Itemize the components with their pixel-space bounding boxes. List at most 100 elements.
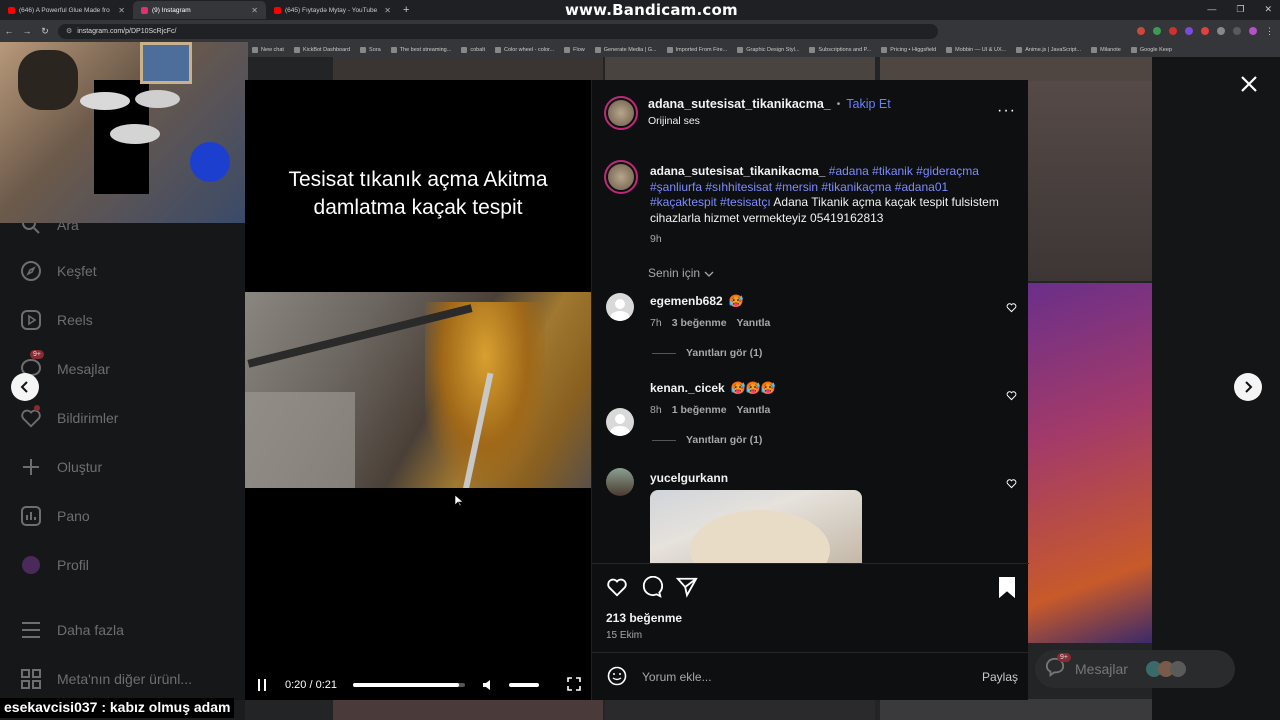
- post-comment-button[interactable]: Paylaş: [982, 670, 1018, 684]
- back-icon[interactable]: ←: [0, 26, 18, 36]
- caption-avatar[interactable]: [604, 160, 638, 194]
- messages-pill[interactable]: 9+ Mesajlar: [1035, 650, 1235, 688]
- browser-tab[interactable]: (646) A Powerful Glue Made fro ✕: [0, 1, 133, 19]
- follow-button[interactable]: Takip Et: [846, 97, 890, 111]
- like-icon[interactable]: [606, 576, 628, 603]
- close-modal-icon[interactable]: [1237, 72, 1261, 96]
- comment-username[interactable]: kenan._cicek: [650, 381, 725, 395]
- volume-slider[interactable]: [509, 683, 539, 687]
- sidebar-item-dashboard[interactable]: Pano: [20, 505, 90, 527]
- bookmark-item[interactable]: KickBot Dashboard: [293, 46, 350, 53]
- feed-thumbnail[interactable]: [880, 699, 1152, 720]
- extension-icon[interactable]: [1153, 27, 1161, 35]
- comment-like-icon[interactable]: [1006, 388, 1017, 406]
- reply-button[interactable]: Yanıtla: [737, 404, 771, 416]
- view-replies-button[interactable]: Yanıtları gör (1): [652, 347, 762, 359]
- bookmark-item[interactable]: Graphic Design Styl...: [737, 46, 799, 53]
- previous-post-button[interactable]: [11, 373, 39, 401]
- close-tab-icon[interactable]: ✕: [118, 6, 125, 15]
- pause-button[interactable]: [255, 678, 269, 692]
- new-tab-button[interactable]: +: [403, 4, 409, 16]
- comment-likes[interactable]: 1 beğenme: [672, 404, 727, 416]
- more-options-icon[interactable]: ···: [997, 102, 1016, 120]
- bookmark-item[interactable]: New chat: [252, 46, 284, 53]
- browser-tab-active[interactable]: (9) Instagram ✕: [133, 1, 266, 19]
- emoji-icon[interactable]: [607, 666, 627, 691]
- bookmark-item[interactable]: cobalt: [461, 46, 485, 53]
- extension-icon[interactable]: [1137, 27, 1145, 35]
- bookmark-item[interactable]: Google Keep: [1130, 46, 1172, 53]
- extension-icon[interactable]: [1169, 27, 1177, 35]
- commenter-avatar[interactable]: [606, 408, 634, 436]
- author-username[interactable]: adana_sutesisat_tikanikacma_: [648, 97, 831, 111]
- extension-icon[interactable]: [1233, 27, 1241, 35]
- comment-input[interactable]: Yorum ekle...: [642, 670, 712, 684]
- bookmark-item[interactable]: Generate Media | G...: [594, 46, 657, 53]
- caption-username[interactable]: adana_sutesisat_tikanikacma_: [650, 164, 825, 178]
- extension-icon[interactable]: [1201, 27, 1209, 35]
- feed-thumbnail[interactable]: [333, 57, 603, 81]
- sidebar-item-reels[interactable]: Reels: [20, 309, 93, 331]
- close-tab-icon[interactable]: ✕: [251, 6, 258, 15]
- url-input[interactable]: ⚙ instagram.com/p/DP10ScRjcFc/: [58, 23, 938, 39]
- feed-thumbnail[interactable]: [880, 57, 1152, 81]
- comment-sort-dropdown[interactable]: Senin için: [648, 266, 714, 280]
- volume-icon[interactable]: [481, 678, 495, 692]
- sidebar-item-create[interactable]: Oluştur: [20, 456, 102, 478]
- bookmark-item[interactable]: Anime.js | JavaScript...: [1016, 46, 1081, 53]
- comment-like-icon[interactable]: [1006, 476, 1017, 494]
- feed-thumbnail[interactable]: [605, 57, 875, 81]
- close-window-icon[interactable]: ✕: [1264, 4, 1272, 15]
- author-avatar[interactable]: [604, 96, 638, 130]
- video-progress-track[interactable]: [353, 683, 465, 687]
- close-tab-icon[interactable]: ✕: [384, 6, 391, 15]
- reel-video-player[interactable]: Tesisat tıkanık açma Akitma damlatma kaç…: [245, 80, 591, 700]
- sidebar-item-profile[interactable]: Profil: [20, 554, 89, 576]
- save-bookmark-icon[interactable]: [998, 576, 1016, 603]
- like-count[interactable]: 213 beğenme: [606, 611, 682, 625]
- comment-image[interactable]: [650, 490, 862, 563]
- extension-icon[interactable]: [1217, 27, 1225, 35]
- bookmark-item[interactable]: Pricing • Higgsfield: [881, 46, 936, 53]
- sidebar-item-more[interactable]: Daha fazla: [20, 619, 124, 641]
- feed-thumbnail[interactable]: [1028, 283, 1152, 643]
- menu-dots-icon[interactable]: ⋮: [1265, 26, 1274, 37]
- forward-icon[interactable]: →: [18, 26, 36, 36]
- minimize-icon[interactable]: —: [1207, 4, 1216, 15]
- browser-tab[interactable]: (645) Fıytaydə Mytay - YouTube ✕: [266, 1, 399, 19]
- reload-icon[interactable]: ↻: [36, 26, 54, 37]
- bookmark-item[interactable]: Milanote: [1091, 46, 1121, 53]
- comment-username[interactable]: yucelgurkann: [650, 471, 728, 485]
- maximize-icon[interactable]: ❐: [1236, 4, 1244, 15]
- divider: [652, 439, 676, 441]
- share-icon[interactable]: [675, 576, 698, 603]
- comment-likes[interactable]: 3 beğenme: [672, 317, 727, 329]
- bookmark-item[interactable]: Sora: [360, 46, 381, 53]
- view-replies-button[interactable]: Yanıtları gör (1): [652, 434, 762, 446]
- bookmark-item[interactable]: Flow: [564, 46, 585, 53]
- comment-icon[interactable]: [641, 575, 664, 603]
- commenter-avatar[interactable]: [606, 468, 634, 496]
- fullscreen-icon[interactable]: [567, 677, 581, 691]
- reply-button[interactable]: Yanıtla: [737, 317, 771, 329]
- sidebar-item-explore[interactable]: Keşfet: [20, 260, 97, 282]
- sidebar-item-notifications[interactable]: Bildirimler: [20, 405, 118, 429]
- comment-meta: 8h 1 beğenme Yanıtla: [650, 404, 771, 416]
- profile-avatar[interactable]: [1249, 27, 1257, 35]
- feed-thumbnail[interactable]: [605, 699, 875, 720]
- bookmark-item[interactable]: Color wheel - color...: [495, 46, 554, 53]
- extension-icon[interactable]: [1185, 27, 1193, 35]
- bookmark-item[interactable]: Subscriptions and P...: [809, 46, 871, 53]
- feed-thumbnail[interactable]: [333, 699, 603, 720]
- next-post-button[interactable]: [1234, 373, 1262, 401]
- sidebar-item-meta[interactable]: Meta'nın diğer ürünl...: [20, 668, 192, 690]
- commenter-avatar[interactable]: [606, 293, 634, 321]
- audio-label[interactable]: Orijinal ses: [648, 115, 700, 127]
- feed-thumbnail[interactable]: [1028, 81, 1152, 281]
- bookmark-item[interactable]: Mobbin — UI & UX...: [946, 46, 1006, 53]
- comment-username[interactable]: egemenb682: [650, 294, 723, 308]
- bookmark-item[interactable]: Imported From Fire...: [666, 46, 727, 53]
- comment-like-icon[interactable]: [1006, 300, 1017, 318]
- bookmark-item[interactable]: The best streaming...: [390, 46, 451, 53]
- site-info-icon[interactable]: ⚙: [66, 27, 72, 35]
